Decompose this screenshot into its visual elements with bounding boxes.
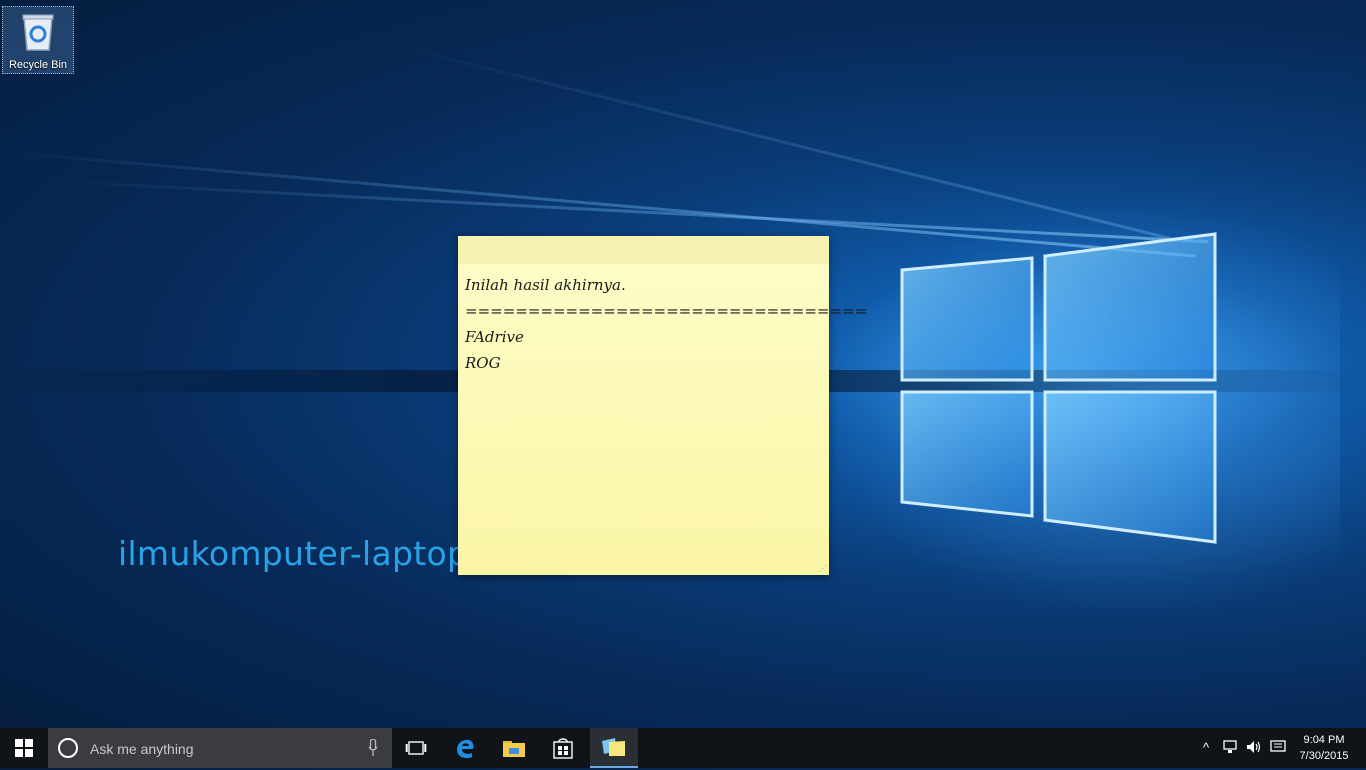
task-view-button[interactable] [392,728,440,768]
note-line: ROG [465,354,501,372]
action-center-icon[interactable] [1270,740,1286,756]
search-box[interactable] [48,728,392,770]
edge-icon [457,739,474,759]
edge-button[interactable] [441,728,489,768]
store-icon [553,738,573,759]
file-explorer-icon [503,741,525,757]
sticky-note-window[interactable]: Inilah hasil akhirnya. =================… [458,236,868,575]
note-line: ================================ [465,302,868,320]
volume-icon[interactable] [1246,740,1262,756]
note-line: FAdrive [465,328,524,346]
note-line: Inilah hasil akhirnya. [465,276,626,294]
cortana-icon[interactable] [58,738,78,758]
system-clock[interactable]: 9:04 PM 7/30/2015 [1294,732,1354,764]
sticky-note-text[interactable]: Inilah hasil akhirnya. =================… [458,264,868,384]
windows-logo [900,232,1217,544]
recycle-bin-shortcut[interactable]: Recycle Bin [2,6,74,74]
sticky-note-titlebar[interactable] [458,236,829,264]
store-button[interactable] [539,728,587,768]
sticky-notes-button[interactable] [590,728,638,768]
recycle-bin-icon [22,14,54,51]
network-icon[interactable] [1222,740,1238,756]
clock-date: 7/30/2015 [1299,750,1349,762]
task-view-icon [405,741,427,755]
start-button[interactable] [0,728,48,768]
light-beam [379,40,1177,242]
microphone-icon[interactable] [368,739,378,757]
search-input[interactable] [88,728,362,770]
file-explorer-button[interactable] [490,728,538,768]
clock-time: 9:04 PM [1303,734,1345,746]
sticky-notes-icon [602,738,625,756]
windows-start-icon [15,739,33,757]
resize-grip-icon[interactable]: ⋰ [819,565,827,573]
chevron-up-icon[interactable]: ^ [1198,740,1214,756]
recycle-bin-label: Recycle Bin [8,59,68,71]
taskbar: ^ 9:04 PM 7/30/2015 [0,728,1366,770]
